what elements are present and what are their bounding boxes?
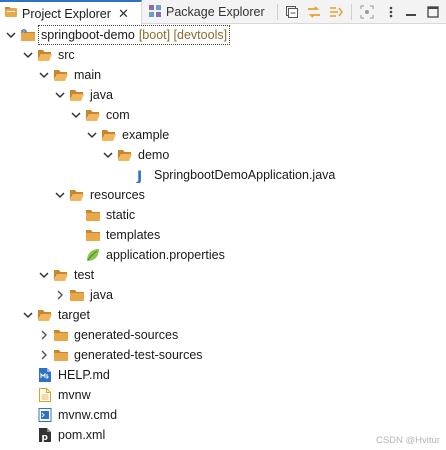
tree-item-label: demo xyxy=(138,148,170,162)
tree-item-example[interactable]: example xyxy=(86,125,169,145)
chevron-down-icon[interactable] xyxy=(38,265,50,285)
folder-icon xyxy=(53,327,69,343)
text-file-icon xyxy=(37,387,53,403)
filter-icon[interactable] xyxy=(329,4,345,20)
open-folder-icon xyxy=(101,127,117,143)
tree-item-resources[interactable]: resources xyxy=(54,185,145,205)
view-menu-icon[interactable] xyxy=(383,4,399,20)
chevron-down-icon[interactable] xyxy=(102,145,114,165)
chevron-down-icon[interactable] xyxy=(22,305,34,325)
chevron-right-icon[interactable] xyxy=(38,345,50,365)
tree-item-label: mvnw xyxy=(58,388,91,402)
tree-item-springboot-demo[interactable]: J springboot-demo [boot] [devtools] xyxy=(5,25,231,45)
open-folder-icon xyxy=(53,67,69,83)
tree-item-label: main xyxy=(74,68,102,82)
toolbar-separator xyxy=(351,4,352,20)
open-folder-icon xyxy=(69,187,85,203)
toolbar-separator xyxy=(277,4,278,20)
tree-item-label: java xyxy=(90,88,113,102)
project-explorer-icon xyxy=(4,5,18,22)
tree-item-templates[interactable]: templates xyxy=(85,225,160,245)
open-folder-icon xyxy=(37,47,53,63)
folder-icon xyxy=(53,347,69,363)
chevron-right-icon[interactable] xyxy=(54,285,66,305)
tree-item-help-md[interactable]: HELP.md xyxy=(37,365,110,385)
tree-item-label: src xyxy=(58,48,75,62)
chevron-down-icon[interactable] xyxy=(70,105,82,125)
tree-item-test-java[interactable]: java xyxy=(54,285,113,305)
tree-item-label: SpringbootDemoApplication.java xyxy=(154,168,336,182)
tab-package-explorer[interactable]: Package Explorer xyxy=(144,0,272,24)
tree-item-label: com xyxy=(106,108,130,122)
open-folder-icon xyxy=(85,107,101,123)
open-folder-icon xyxy=(69,87,85,103)
maximize-icon[interactable] xyxy=(425,4,441,20)
spring-leaf-icon xyxy=(85,247,101,263)
tree-item-label: application.properties xyxy=(106,248,225,262)
tree-item-generated-sources[interactable]: generated-sources xyxy=(38,325,178,345)
tab-project-explorer-label: Project Explorer xyxy=(22,6,111,21)
tree-item-label: generated-sources xyxy=(74,328,179,342)
focus-icon[interactable] xyxy=(359,4,375,20)
tree-item-application-properties[interactable]: application.properties xyxy=(85,245,225,265)
chevron-down-icon[interactable] xyxy=(38,65,50,85)
tree-item-pom-xml[interactable]: p pom.xml xyxy=(37,425,105,445)
tree-item-label: pom.xml xyxy=(58,428,106,442)
tree-item-label: test xyxy=(74,268,95,282)
tree-item-label: static xyxy=(106,208,136,222)
tree-item-label: java xyxy=(90,288,113,302)
tree-item-mvnw[interactable]: mvnw xyxy=(37,385,91,405)
open-folder-icon xyxy=(53,267,69,283)
tree-item-target[interactable]: target xyxy=(22,305,90,325)
folder-icon xyxy=(85,207,101,223)
tree-item-label: example xyxy=(122,128,170,142)
folder-icon xyxy=(85,227,101,243)
project-folder-icon: J xyxy=(20,27,36,43)
open-folder-icon xyxy=(37,307,53,323)
chevron-down-icon[interactable] xyxy=(54,85,66,105)
svg-text:J: J xyxy=(136,169,142,183)
tree-item-generated-test-sources[interactable]: generated-test-sources xyxy=(38,345,203,365)
folder-icon xyxy=(69,287,85,303)
tree-item-static[interactable]: static xyxy=(85,205,135,225)
svg-text:J: J xyxy=(23,29,25,34)
chevron-down-icon[interactable] xyxy=(54,185,66,205)
project-decorations: [boot] [devtools] xyxy=(138,28,228,42)
tree-item-label: HELP.md xyxy=(58,368,110,382)
tree-item-demo[interactable]: demo xyxy=(102,145,169,165)
tree-item-label: resources xyxy=(90,188,145,202)
tab-project-explorer[interactable]: Project Explorer ✕ xyxy=(0,0,142,25)
tree-item-label: mvnw.cmd xyxy=(58,408,118,422)
tree-item-label: target xyxy=(58,308,90,322)
svg-text:p: p xyxy=(42,433,49,443)
maven-pom-icon: p xyxy=(37,427,53,443)
package-explorer-icon xyxy=(148,4,162,21)
tree-item-springboot-demo-application[interactable]: J SpringbootDemoApplication.java xyxy=(133,165,335,185)
close-icon[interactable]: ✕ xyxy=(118,6,129,22)
tree-item-com[interactable]: com xyxy=(70,105,130,125)
tab-package-explorer-label: Package Explorer xyxy=(166,5,265,19)
cmd-file-icon xyxy=(37,407,53,423)
project-name: springboot-demo [boot] [devtools] xyxy=(38,25,231,45)
link-with-editor-icon[interactable] xyxy=(306,4,322,20)
collapse-all-icon[interactable] xyxy=(284,4,300,20)
tree-item-label: generated-test-sources xyxy=(74,348,203,362)
tree-item-src[interactable]: src xyxy=(22,45,75,65)
chevron-down-icon[interactable] xyxy=(5,25,17,45)
tree-item-label: templates xyxy=(106,228,161,242)
tree-item-java[interactable]: java xyxy=(54,85,113,105)
view-tab-bar: Project Explorer ✕ Package Explorer xyxy=(0,0,446,25)
tree-item-mvnw-cmd[interactable]: mvnw.cmd xyxy=(37,405,117,425)
chevron-down-icon[interactable] xyxy=(86,125,98,145)
tree-item-test[interactable]: test xyxy=(38,265,94,285)
java-file-icon: J xyxy=(133,167,149,183)
chevron-down-icon[interactable] xyxy=(22,45,34,65)
open-folder-icon xyxy=(117,147,133,163)
markdown-file-icon xyxy=(37,367,53,383)
tree-item-main[interactable]: main xyxy=(38,65,101,85)
minimize-icon[interactable] xyxy=(403,4,419,20)
project-explorer-window: Project Explorer ✕ Package Explorer J sp… xyxy=(0,0,446,450)
watermark: CSDN @Hvitur xyxy=(375,435,440,446)
chevron-right-icon[interactable] xyxy=(38,325,50,345)
